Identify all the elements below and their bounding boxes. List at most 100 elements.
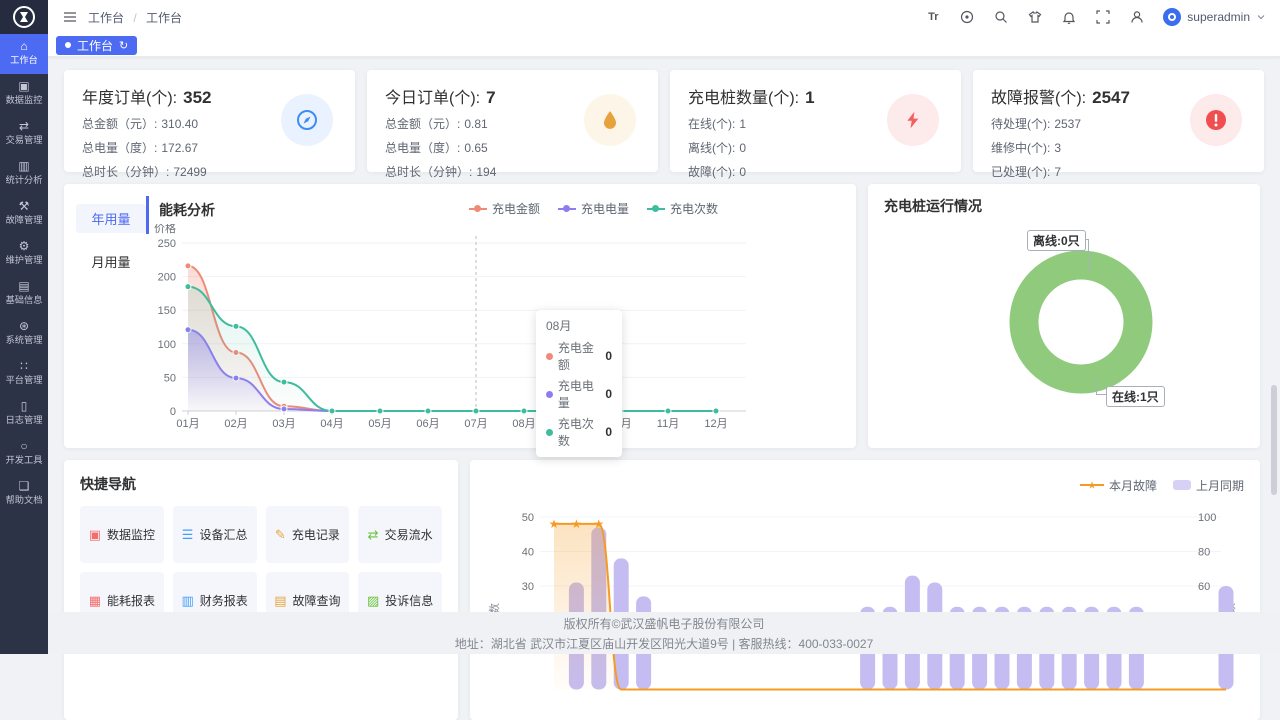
tab-yearly-usage[interactable]: 年用量 [76, 204, 146, 233]
gears-icon: ⚙ [19, 240, 30, 253]
text-size-icon[interactable]: Tr [925, 9, 941, 25]
pen-icon: ✎ [275, 527, 286, 543]
donut-label-online[interactable]: 在线:1只 [1106, 386, 1165, 407]
stat-card-today-orders: 今日订单(个):7 总金额（元）:0.81 总电量（度）:0.65 总时长（分钟… [367, 70, 658, 172]
sidebar-item-dev-tools[interactable]: ○ 开发工具 [0, 434, 48, 474]
refresh-circle-icon[interactable] [959, 9, 975, 25]
search-doc-icon: ▤ [274, 593, 286, 609]
journal-icon: ▯ [21, 400, 28, 413]
user-avatar [1163, 8, 1181, 26]
gear-icon: ⊛ [19, 320, 29, 333]
svg-text:★: ★ [593, 517, 604, 531]
svg-text:01月: 01月 [176, 418, 199, 430]
legend-swatch [469, 208, 487, 210]
bar-swatch [1173, 480, 1191, 490]
stat-cards-row: 年度订单(个):352 总金额（元）:310.40 总电量（度）:172.67 … [64, 70, 1264, 172]
user-icon[interactable] [1129, 9, 1145, 25]
bell-icon[interactable] [1061, 9, 1077, 25]
breadcrumb-item-1[interactable]: 工作台 [88, 11, 124, 25]
sidebar-item-trade[interactable]: ⇄ 交易管理 [0, 114, 48, 154]
sidebar-item-workbench[interactable]: ⌂ 工作台 [0, 34, 48, 74]
svg-text:05月: 05月 [368, 418, 391, 430]
donut-label-offline[interactable]: 离线:0只 [1027, 230, 1086, 251]
document-icon: ▤ [18, 280, 29, 293]
svg-text:04月: 04月 [320, 418, 343, 430]
top-header: 工作台 / 工作台 Tr superadmin [48, 0, 1280, 34]
sidebar-item-help-docs[interactable]: ❏ 帮助文档 [0, 474, 48, 514]
legend-item-amount[interactable]: 充电金额 [469, 200, 540, 217]
stat-card-annual-orders: 年度订单(个):352 总金额（元）:310.40 总电量（度）:172.67 … [64, 70, 355, 172]
tooltip-dot [546, 353, 553, 360]
tab-refresh-icon[interactable]: ↻ [119, 39, 128, 52]
stat-value: 7 [486, 88, 495, 107]
exchange-icon: ⇄ [19, 120, 29, 133]
compass-icon [281, 94, 333, 146]
drop-icon [584, 94, 636, 146]
document-icon: ▨ [367, 593, 379, 609]
svg-text:150: 150 [158, 305, 176, 317]
exchange-icon: ⇄ [368, 527, 379, 543]
quick-nav-grid: ▣数据监控 ☰设备汇总 ✎充电记录 ⇄交易流水 ▦能耗报表 ▥财务报表 ▤故障查… [80, 506, 442, 629]
home-icon: ⌂ [20, 40, 27, 53]
theme-icon[interactable] [1027, 9, 1043, 25]
svg-text:08月: 08月 [512, 418, 535, 430]
page-tab-bar: 工作台 ↻ [48, 34, 1280, 57]
tab-active-dot [65, 42, 71, 48]
quick-nav-charge-records[interactable]: ✎充电记录 [266, 506, 350, 563]
charts-row: 年用量 月用量 能耗分析 充电金额 充电电量 [64, 184, 1264, 448]
copyright-line: 版权所有©武汉盛帆电子股份有限公司 [564, 615, 765, 632]
fullscreen-icon[interactable] [1095, 9, 1111, 25]
tooltip-dot [546, 429, 553, 436]
fault-legend: ★ 本月故障 上月同期 [1080, 477, 1244, 494]
sidebar-item-basic-info[interactable]: ▤ 基础信息 [0, 274, 48, 314]
star-line-swatch: ★ [1080, 479, 1104, 491]
quick-nav-device-summary[interactable]: ☰设备汇总 [173, 506, 257, 563]
svg-text:06月: 06月 [416, 418, 439, 430]
breadcrumb-item-2: 工作台 [146, 11, 182, 25]
hourglass-logo-icon [12, 5, 36, 29]
table-icon: ▦ [89, 593, 101, 609]
tab-workbench[interactable]: 工作台 ↻ [56, 36, 137, 55]
svg-text:0: 0 [170, 406, 176, 418]
collapse-sidebar-icon[interactable] [62, 9, 78, 25]
alert-icon [1190, 94, 1242, 146]
sidebar-item-platform[interactable]: ∷ 平台管理 [0, 354, 48, 394]
wrench-icon: ⚒ [19, 200, 30, 213]
quick-nav-data-monitor[interactable]: ▣数据监控 [80, 506, 164, 563]
fault-bar-chart[interactable]: 3060408050100故障个数故障个数★★★ [486, 505, 1244, 695]
svg-text:40: 40 [522, 547, 534, 559]
svg-text:60: 60 [1198, 581, 1210, 593]
svg-text:价格: 价格 [154, 224, 176, 235]
sidebar-item-system[interactable]: ⊛ 系统管理 [0, 314, 48, 354]
sidebar-item-maintenance[interactable]: ⚙ 维护管理 [0, 234, 48, 274]
monitor-icon: ▣ [89, 527, 101, 543]
grid-icon: ∷ [20, 360, 28, 373]
svg-text:★: ★ [571, 517, 582, 531]
sidebar-menu: ⌂ 工作台 ▣ 数据监控 ⇄ 交易管理 ▥ 统计分析 ⚒ 故障管理 ⚙ 维护管理… [0, 34, 48, 514]
svg-text:07月: 07月 [464, 418, 487, 430]
sidebar-item-logs[interactable]: ▯ 日志管理 [0, 394, 48, 434]
book-icon: ❏ [19, 480, 30, 493]
tooltip-row: 充电电量 0 [546, 377, 612, 411]
tooltip-dot [546, 391, 553, 398]
stat-detail-row: 总时长（分钟）:72499 [82, 163, 337, 180]
energy-line-chart[interactable]: 050100150200250价格01月02月03月04月05月06月07月08… [146, 224, 826, 436]
legend-swatch [558, 208, 576, 210]
scrollbar-thumb[interactable] [1271, 385, 1277, 495]
quick-nav-transactions[interactable]: ⇄交易流水 [358, 506, 442, 563]
fault-analysis-card: ★ 本月故障 上月同期 3060408050100故障个数故障个数★★★ [470, 460, 1260, 720]
legend-item-this-month[interactable]: ★ 本月故障 [1080, 477, 1157, 494]
sidebar-item-fault[interactable]: ⚒ 故障管理 [0, 194, 48, 234]
search-icon[interactable] [993, 9, 1009, 25]
legend-item-energy[interactable]: 充电电量 [558, 200, 629, 217]
tab-monthly-usage[interactable]: 月用量 [76, 247, 146, 276]
legend-item-count[interactable]: 充电次数 [647, 200, 718, 217]
legend-item-last-month[interactable]: 上月同期 [1173, 477, 1244, 494]
energy-analysis-card: 年用量 月用量 能耗分析 充电金额 充电电量 [64, 184, 856, 448]
sidebar-item-statistics[interactable]: ▥ 统计分析 [0, 154, 48, 194]
stat-detail-row: 已处理(个):7 [991, 163, 1246, 180]
donut-chart-area: 离线:0只 在线:1只 [884, 216, 1244, 436]
user-menu[interactable]: superadmin [1163, 8, 1266, 26]
sidebar-item-data-monitor[interactable]: ▣ 数据监控 [0, 74, 48, 114]
tooltip-row: 充电金额 0 [546, 339, 612, 373]
